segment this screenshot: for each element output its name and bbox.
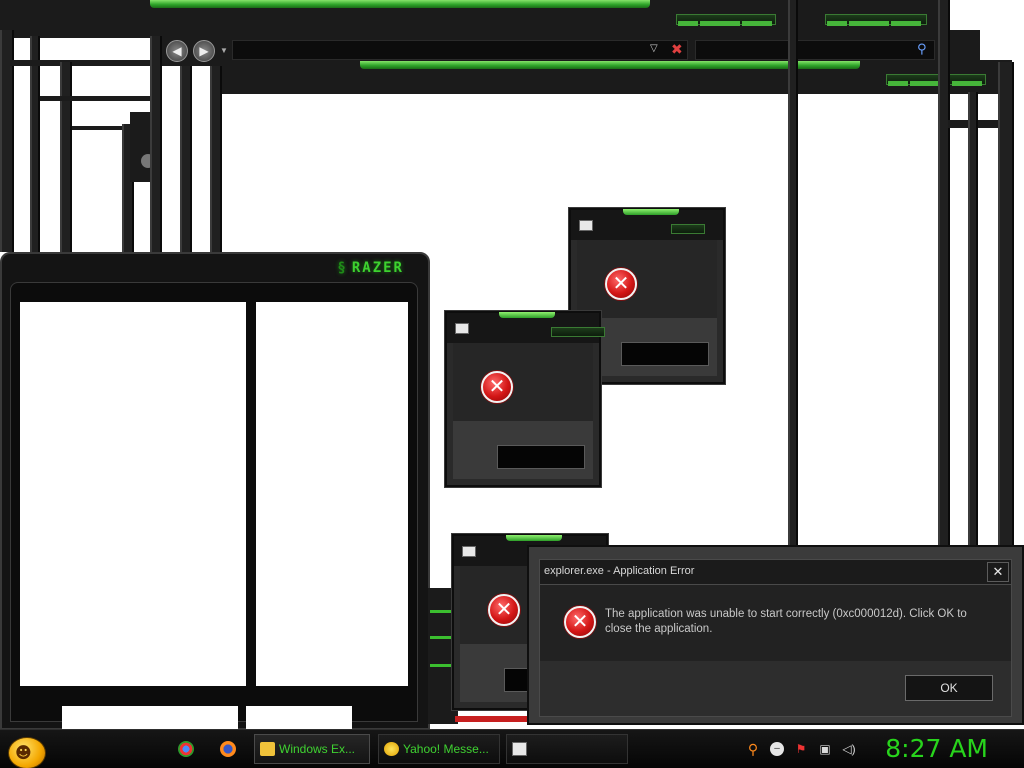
messenger-status-icon[interactable]: – [770,742,784,756]
dialog-titlebar: explorer.exe - Application Error ✕ [539,559,1012,585]
task-error-dialog[interactable] [506,734,628,764]
close-icon[interactable]: ✕ [987,562,1009,582]
error-icon: ✕ [481,371,513,403]
window-frame [10,60,150,66]
message-pane: ✕ The application was unable to start co… [539,585,1012,661]
window-frame [968,92,978,548]
application-error-dialog: explorer.exe - Application Error ✕ ✕ The… [527,545,1024,725]
right-pane[interactable] [256,302,408,686]
history-dropdown-icon[interactable]: ▼ [220,46,228,55]
titlebar-glow [430,636,454,639]
window-controls-strip[interactable] [886,74,986,86]
window-frame [60,62,72,252]
razer-logo: § RAZER [337,260,404,276]
window-controls-strip[interactable] [551,327,605,337]
window-frame [150,36,162,252]
address-dropdown-icon[interactable]: ▽ [650,43,658,54]
button-row: OK [539,661,1012,717]
error-icon: ✕ [564,606,596,638]
app-icon [462,546,476,557]
search-icon[interactable]: ⚲ [917,41,927,57]
error-icon: ✕ [605,268,637,300]
app-icon [455,323,469,334]
titlebar-glow [150,0,650,8]
clock[interactable]: 8:27 AM [885,733,988,765]
app-icon [579,220,593,231]
stop-icon[interactable]: ✖ [671,41,683,58]
desktop: ◀ ▶ ▼ ▽ ✖ ⚲ § RAZER ✕ ✕ ✕ explorer.exe -… [0,0,1024,768]
task-windows-explorer[interactable]: Windows Ex... [254,734,370,764]
window-frame [998,62,1014,548]
volume-icon[interactable]: ◁) [842,742,856,756]
titlebar-glow [430,610,454,613]
window-controls-strip[interactable] [825,14,927,26]
messenger-smiley-icon[interactable]: ☻ [8,737,46,768]
error-dialog: ✕ [445,311,605,487]
window-frame [210,66,222,252]
progress-strip [455,716,527,722]
window-frame [40,96,152,101]
messenger-icon [384,742,399,756]
search-icon[interactable]: ⚲ [746,742,760,756]
taskbar: ☻ Windows Ex... Yahoo! Messe... ⚲ – ⚑ ▣ … [0,729,1024,768]
window-frame [180,66,192,252]
titlebar-glow [360,61,860,69]
window-controls-strip[interactable] [671,224,705,234]
network-icon[interactable]: ▣ [818,742,832,756]
error-icon: ✕ [488,594,520,626]
ok-button[interactable]: OK [905,675,993,701]
address-bar[interactable] [232,40,688,60]
status-field [62,706,238,730]
back-arrow-icon[interactable]: ◀ [166,40,188,62]
razer-window: § RAZER [0,252,430,730]
status-field [246,706,352,730]
error-message: The application was unable to start corr… [605,608,967,635]
ok-button[interactable] [621,342,709,366]
firefox-icon[interactable] [220,741,236,757]
app-icon [512,742,527,756]
search-box[interactable] [695,40,935,60]
left-pane[interactable] [20,302,246,686]
window-frame [788,0,798,548]
ok-button[interactable] [497,445,585,469]
security-flag-icon[interactable]: ⚑ [794,742,808,756]
task-yahoo-messenger[interactable]: Yahoo! Messe... [378,734,500,764]
titlebar-glow [430,664,454,667]
dialog-title: explorer.exe - Application Error [544,565,695,577]
window-frame [938,0,950,548]
window-controls-strip[interactable] [676,14,776,26]
window-frame [30,36,40,252]
forward-arrow-icon[interactable]: ▶ [193,40,215,62]
folder-icon [260,742,275,756]
chrome-icon[interactable] [178,741,194,757]
razer-snake-icon: § [337,260,348,276]
